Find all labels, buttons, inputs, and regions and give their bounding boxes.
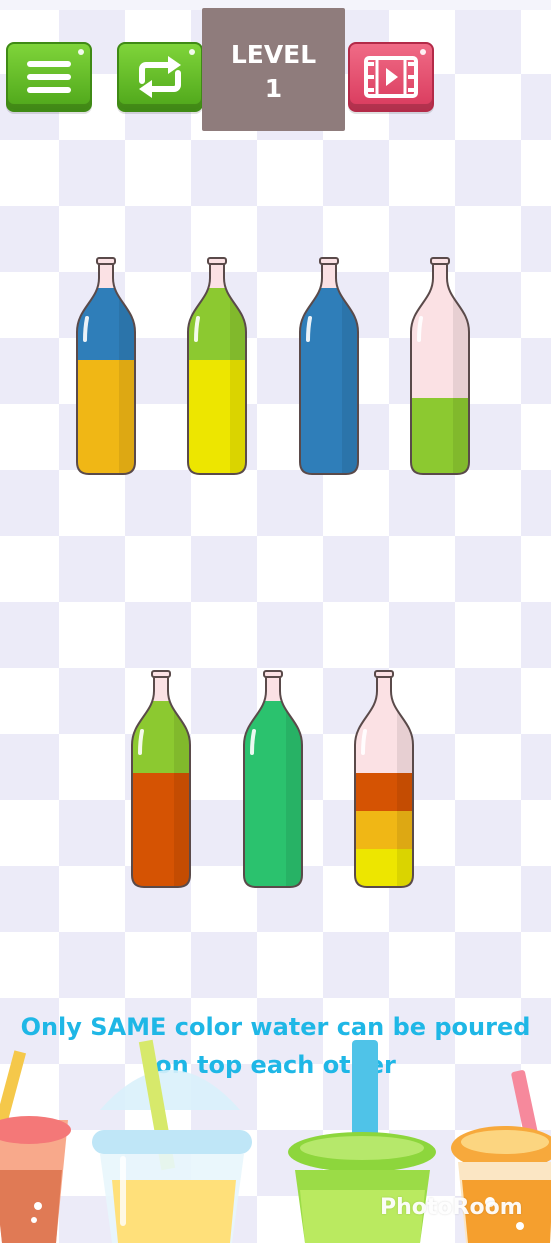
bottle-rim [207,257,227,265]
bottle-icon [299,257,359,475]
video-film-icon [364,56,418,98]
bottle-icon [131,670,191,888]
level-label: LEVEL [230,40,317,69]
button-gloss [78,49,84,55]
bottle-2[interactable] [186,256,248,476]
bottle-rim [374,670,394,678]
bottle-7[interactable] [353,669,415,889]
bottle-6[interactable] [242,669,304,889]
bottle-icon [76,257,136,475]
bottle-highlight [138,729,144,755]
bottle-rim [263,670,283,678]
bottle-icon [243,670,303,888]
bottle-4[interactable] [409,256,471,476]
restart-arrows-icon [139,56,181,98]
bottle-highlight [306,316,312,342]
bottle-icon [354,670,414,888]
bottle-highlight [83,316,89,342]
bottle-3[interactable] [298,256,360,476]
bottle-5[interactable] [130,669,192,889]
bottle-highlight [250,729,256,755]
level-number: 1 [264,74,283,103]
button-gloss [420,49,426,55]
bottle-icon [187,257,247,475]
button-gloss [189,49,195,55]
bottle-highlight [194,316,200,342]
bottle-rim [151,670,171,678]
watermark-text: PhotoRoom [380,1195,523,1220]
bottle-1[interactable] [75,256,137,476]
watch-video-button[interactable] [348,42,434,112]
bottle-rim [96,257,116,265]
drink-cup-clear-icon [92,1039,252,1243]
menu-button[interactable] [6,42,92,112]
drink-cup-left-icon [0,1050,71,1243]
bottle-highlight [361,729,367,755]
bottle-highlight [417,316,423,342]
bottle-icon [410,257,470,475]
bottle-rim [319,257,339,265]
bottle-rim [430,257,450,265]
hamburger-menu-icon [27,61,71,93]
level-indicator: LEVEL 1 [202,8,345,131]
restart-button[interactable] [117,42,203,112]
